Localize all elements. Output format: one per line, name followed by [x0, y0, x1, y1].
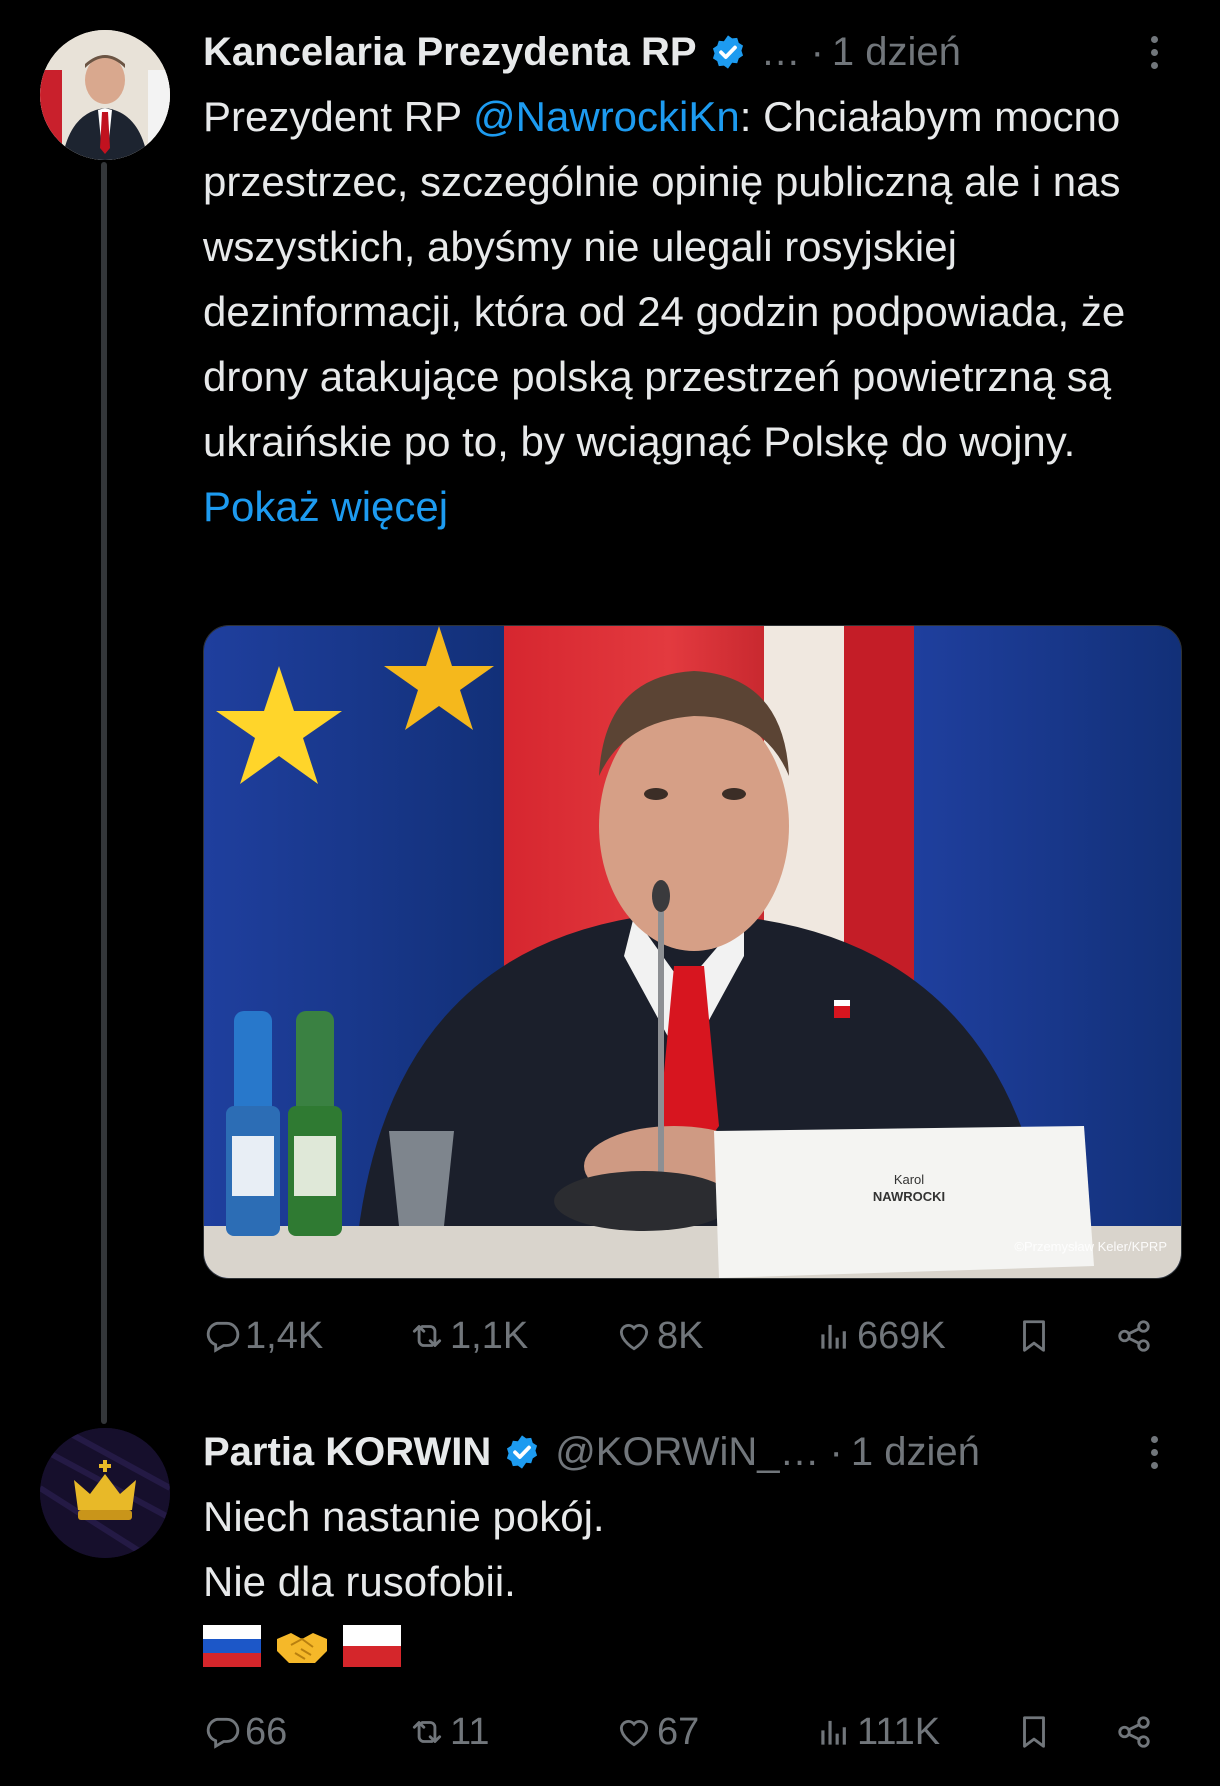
repost-button[interactable]: 11 [408, 1702, 489, 1762]
reply-icon [206, 1717, 240, 1749]
share-icon [1118, 1320, 1150, 1352]
tweet-text-line: Niech nastanie pokój. [203, 1493, 605, 1540]
author-avatar[interactable] [40, 1428, 170, 1558]
poland-flag-icon [343, 1625, 401, 1667]
verified-icon [507, 1435, 538, 1469]
repost-icon [412, 1325, 442, 1347]
nameplate-last-name: NAWROCKI [872, 1189, 946, 1204]
show-more-link[interactable]: Pokaż więcej [203, 483, 448, 530]
like-icon [619, 1720, 649, 1747]
author-avatar[interactable] [40, 30, 170, 160]
like-count: 67 [657, 1710, 700, 1753]
more-icon[interactable] [1144, 1435, 1164, 1469]
views-icon [821, 1720, 846, 1745]
tweet-media-photo[interactable]: Karol NAWROCKI ©Przemysław Keler/KPRP [203, 625, 1182, 1279]
bookmark-button[interactable] [1015, 1306, 1057, 1366]
repost-count: 11 [450, 1710, 490, 1753]
like-button[interactable]: 67 [615, 1702, 699, 1762]
avatar-photo [40, 30, 170, 160]
tweet-kancelaria[interactable]: Kancelaria Prezydenta RP … · 1 dzień Pre… [0, 0, 1220, 1424]
bookmark-icon [1023, 1320, 1045, 1352]
repost-icon [412, 1721, 442, 1743]
author-handle[interactable]: … [761, 30, 801, 75]
tweet-text: Prezydent RP @NawrockiKn: Chciałabym moc… [203, 84, 1163, 539]
reply-count: 66 [245, 1710, 288, 1753]
tweet-text-body: : Chciałabym mocno przestrzec, szczególn… [203, 93, 1126, 465]
reply-button[interactable]: 66 [203, 1702, 287, 1762]
tweet-actions: 66 11 67 111K [203, 1702, 1180, 1762]
separator-dot: · [829, 1429, 843, 1474]
tweet-text-line: Nie dla rusofobii. [203, 1558, 516, 1605]
like-icon [619, 1324, 649, 1351]
handshake-icon [277, 1633, 327, 1663]
views-count: 111K [857, 1710, 941, 1753]
mention-link[interactable]: @NawrockiKn [473, 93, 740, 140]
reply-button[interactable]: 1,4K [203, 1306, 323, 1366]
bookmark-icon [1023, 1716, 1045, 1748]
nameplate-first-name: Karol [893, 1172, 925, 1187]
views-button[interactable]: 669K [815, 1306, 946, 1366]
like-count: 8K [657, 1314, 704, 1357]
repost-count: 1,1K [450, 1314, 529, 1357]
tweet-header: Partia KORWIN @KORWiN_… · 1 dzień [203, 1424, 1180, 1480]
bookmark-button[interactable] [1015, 1702, 1057, 1762]
tweet-text: Niech nastanie pokój. Nie dla rusofobii. [203, 1484, 1163, 1614]
author-handle[interactable]: @KORWiN_… [555, 1430, 819, 1475]
views-button[interactable]: 111K [815, 1702, 940, 1762]
nameplate: Karol NAWROCKI [759, 1171, 1059, 1205]
author-name[interactable]: Partia KORWIN [203, 1430, 491, 1475]
reply-count: 1,4K [245, 1314, 324, 1357]
emoji-row [203, 1625, 401, 1667]
reply-icon [206, 1321, 240, 1353]
views-count: 669K [857, 1314, 946, 1357]
tweet-header: Kancelaria Prezydenta RP … · 1 dzień [203, 24, 1180, 80]
separator-dot: · [810, 29, 824, 74]
photo-credit: ©Przemysław Keler/KPRP [1014, 1239, 1167, 1254]
timestamp[interactable]: 1 dzień [832, 30, 961, 75]
tweet-korwin[interactable]: Partia KORWIN @KORWiN_… · 1 dzień Niech … [0, 1410, 1220, 1786]
verified-icon [712, 35, 743, 69]
timestamp[interactable]: 1 dzień [851, 1430, 980, 1475]
author-name[interactable]: Kancelaria Prezydenta RP [203, 30, 697, 75]
tweet-text-intro: Prezydent RP [203, 93, 474, 140]
like-button[interactable]: 8K [615, 1306, 703, 1366]
thread-connector-line [101, 162, 107, 1424]
share-button[interactable] [1115, 1702, 1157, 1762]
share-icon [1118, 1716, 1150, 1748]
share-button[interactable] [1115, 1306, 1157, 1366]
more-icon[interactable] [1144, 35, 1164, 69]
views-icon [821, 1324, 846, 1349]
crown-icon [40, 1428, 170, 1558]
russia-flag-icon [203, 1625, 261, 1667]
repost-button[interactable]: 1,1K [408, 1306, 528, 1366]
tweet-actions: 1,4K 1,1K 8K 669K [203, 1306, 1180, 1366]
